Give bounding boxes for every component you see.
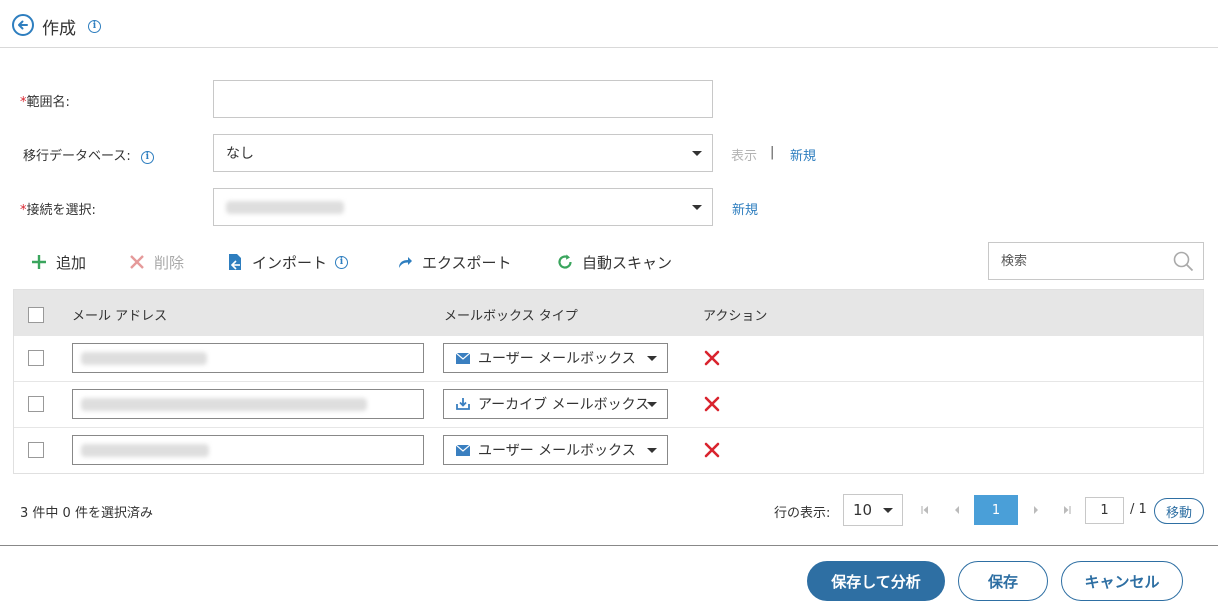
migration-db-select[interactable]: なし xyxy=(213,134,713,172)
next-page-icon[interactable] xyxy=(1029,502,1043,518)
new-connection-link[interactable]: 新規 xyxy=(732,199,758,218)
caret-down-icon xyxy=(883,508,893,513)
export-label: エクスポート xyxy=(422,253,512,272)
mailbox-type-value: ユーザー メールボックス xyxy=(478,443,636,459)
add-button[interactable]: 追加 xyxy=(30,252,86,272)
table-row: ユーザー メールボックス xyxy=(14,335,1203,381)
rows-per-page-value: 10 xyxy=(853,501,873,519)
selection-summary: 3 件中 0 件を選択済み xyxy=(20,506,153,521)
rows-per-page-label: 行の表示: xyxy=(774,506,831,521)
view-link: 表示 xyxy=(731,149,758,164)
column-mailbox-type[interactable]: メールボックス タイプ xyxy=(444,305,578,324)
auto-scan-button[interactable]: 自動スキャン xyxy=(556,252,672,272)
envelope-icon xyxy=(456,351,470,365)
go-to-page-button[interactable]: 移動 xyxy=(1154,498,1204,524)
caret-down-icon xyxy=(692,151,702,156)
rows-per-page-select[interactable]: 10 xyxy=(843,494,903,526)
delete-row-icon[interactable] xyxy=(702,394,722,414)
mailbox-type-select[interactable]: ユーザー メールボックス xyxy=(443,435,668,465)
first-page-icon[interactable] xyxy=(918,502,932,518)
close-icon xyxy=(128,253,146,271)
select-all-checkbox[interactable] xyxy=(28,307,44,323)
column-email[interactable]: メール アドレス xyxy=(72,305,167,324)
search-box[interactable] xyxy=(988,242,1204,280)
mailbox-type-value: ユーザー メールボックス xyxy=(478,351,636,367)
new-db-link[interactable]: 新規 xyxy=(790,145,816,164)
info-icon[interactable]: i xyxy=(88,20,101,33)
last-page-icon[interactable] xyxy=(1060,502,1074,518)
import-file-icon xyxy=(226,253,244,271)
connection-select[interactable] xyxy=(213,188,713,226)
redacted-value xyxy=(226,200,344,214)
archive-download-icon xyxy=(456,397,470,411)
current-page-button[interactable]: 1 xyxy=(974,495,1018,525)
delete-row-icon[interactable] xyxy=(702,440,722,460)
scope-name-label: *範囲名: xyxy=(20,91,70,110)
caret-down-icon xyxy=(692,205,702,210)
email-input[interactable] xyxy=(72,435,424,465)
row-checkbox[interactable] xyxy=(28,396,44,412)
arrow-left-icon xyxy=(18,20,28,30)
redacted-value xyxy=(81,444,209,457)
row-checkbox[interactable] xyxy=(28,442,44,458)
migration-db-label-text: 移行データベース: xyxy=(23,149,131,164)
search-icon[interactable] xyxy=(1173,251,1194,272)
delete-row-icon[interactable] xyxy=(702,348,722,368)
caret-down-icon xyxy=(647,448,657,453)
page-title: 作成 xyxy=(42,19,76,39)
mailbox-type-value: アーカイブ メールボックス xyxy=(478,397,650,413)
cancel-button[interactable]: キャンセル xyxy=(1061,561,1183,601)
info-icon[interactable]: i xyxy=(140,151,154,164)
table-row: アーカイブ メールボックス xyxy=(14,381,1203,427)
delete-button[interactable]: 削除 xyxy=(128,252,184,272)
footer-divider xyxy=(0,545,1218,546)
prev-page-icon[interactable] xyxy=(950,502,964,518)
page-number-input[interactable] xyxy=(1085,497,1124,524)
save-button[interactable]: 保存 xyxy=(958,561,1048,601)
save-and-analyze-button[interactable]: 保存して分析 xyxy=(807,561,945,601)
auto-scan-label: 自動スキャン xyxy=(582,253,673,272)
page-header: 作成 i xyxy=(0,0,1218,48)
link-separator: | xyxy=(770,145,775,160)
mailbox-grid: メール アドレス メールボックス タイプ アクション ユーザー メールボックス … xyxy=(13,289,1204,474)
import-button[interactable]: インポート i xyxy=(226,252,349,272)
migration-db-label: 移行データベース: i xyxy=(23,145,154,164)
table-row: ユーザー メールボックス xyxy=(14,427,1203,473)
connection-label-text: 接続を選択: xyxy=(26,203,96,218)
import-label: インポート xyxy=(252,253,328,272)
connection-label: *接続を選択: xyxy=(20,199,96,218)
caret-down-icon xyxy=(647,402,657,407)
redacted-value xyxy=(81,352,207,365)
add-label: 追加 xyxy=(56,253,87,272)
delete-label: 削除 xyxy=(154,253,185,272)
total-pages: / 1 xyxy=(1130,502,1147,517)
email-input[interactable] xyxy=(72,343,424,373)
migration-db-value: なし xyxy=(226,146,254,162)
envelope-icon xyxy=(456,443,470,457)
email-input[interactable] xyxy=(72,389,424,419)
back-button[interactable] xyxy=(12,14,34,36)
redacted-value xyxy=(81,398,367,411)
column-action: アクション xyxy=(703,309,768,324)
scope-name-label-text: 範囲名: xyxy=(26,95,70,110)
grid-header: メール アドレス メールボックス タイプ アクション xyxy=(14,290,1203,336)
mailbox-type-select[interactable]: アーカイブ メールボックス xyxy=(443,389,668,419)
export-button[interactable]: エクスポート xyxy=(396,252,512,272)
share-arrow-icon xyxy=(396,253,414,271)
scope-name-input[interactable] xyxy=(213,80,713,118)
plus-icon xyxy=(30,253,48,271)
search-input[interactable] xyxy=(1001,253,1161,269)
row-checkbox[interactable] xyxy=(28,350,44,366)
mailbox-type-select[interactable]: ユーザー メールボックス xyxy=(443,343,668,373)
info-icon[interactable]: i xyxy=(335,255,349,269)
caret-down-icon xyxy=(647,356,657,361)
refresh-icon xyxy=(556,253,574,271)
